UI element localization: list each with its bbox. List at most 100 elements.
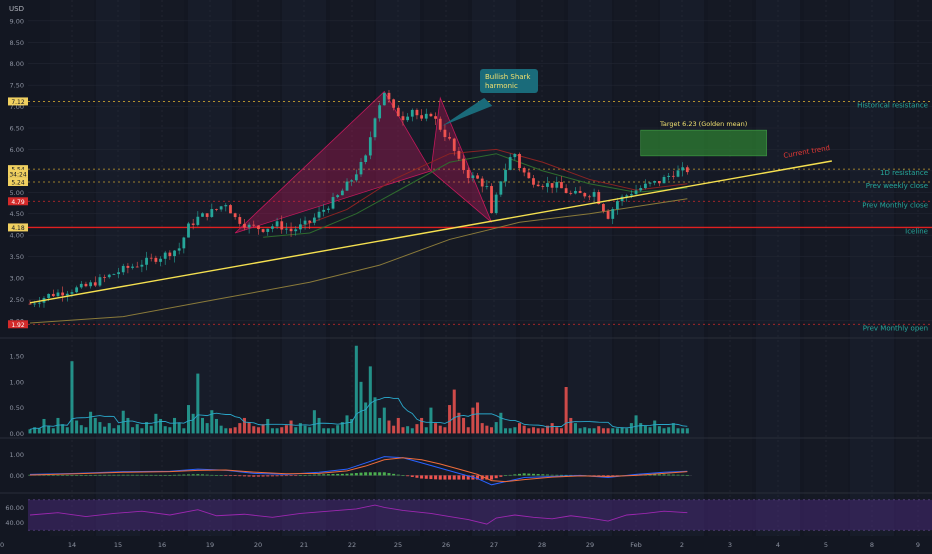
volume-bar[interactable] <box>578 428 582 434</box>
candle[interactable] <box>354 174 358 181</box>
candle[interactable] <box>229 205 232 214</box>
volume-bar[interactable] <box>149 425 153 434</box>
volume-bar[interactable] <box>559 428 563 434</box>
candle[interactable] <box>131 266 134 268</box>
candle[interactable] <box>331 197 335 209</box>
volume-bar[interactable] <box>238 423 242 434</box>
volume-bar[interactable] <box>662 428 666 434</box>
candle[interactable] <box>504 169 507 182</box>
volume-bar[interactable] <box>107 423 111 434</box>
volume-bar[interactable] <box>378 417 382 434</box>
candle[interactable] <box>406 116 410 121</box>
volume-bar[interactable] <box>648 427 652 434</box>
candle[interactable] <box>205 213 209 217</box>
volume-bar[interactable] <box>522 425 526 434</box>
candle[interactable] <box>238 217 242 224</box>
candle[interactable] <box>434 116 437 119</box>
volume-bar[interactable] <box>415 424 419 434</box>
candle[interactable] <box>201 213 204 217</box>
volume-bar[interactable] <box>61 424 65 434</box>
volume-bar[interactable] <box>79 425 83 434</box>
volume-bar[interactable] <box>131 427 135 434</box>
volume-bar[interactable] <box>135 424 139 434</box>
volume-bar[interactable] <box>573 423 577 434</box>
candle[interactable] <box>532 178 535 185</box>
volume-bar[interactable] <box>592 428 596 434</box>
volume-bar[interactable] <box>536 428 540 434</box>
volume-bar[interactable] <box>294 427 298 434</box>
volume-bar[interactable] <box>196 373 200 434</box>
volume-bar[interactable] <box>531 427 536 434</box>
volume-bar[interactable] <box>326 428 330 434</box>
candle[interactable] <box>61 292 65 296</box>
volume-bar[interactable] <box>508 428 512 434</box>
volume-bar[interactable] <box>541 428 545 434</box>
candle[interactable] <box>438 118 442 130</box>
volume-bar[interactable] <box>65 427 69 434</box>
candle[interactable] <box>173 250 176 257</box>
volume-bar[interactable] <box>284 425 288 434</box>
volume-bar[interactable] <box>242 417 246 434</box>
candle[interactable] <box>676 170 680 177</box>
candle[interactable] <box>298 224 302 230</box>
volume-bar[interactable] <box>597 426 601 434</box>
candle[interactable] <box>75 287 79 293</box>
candle[interactable] <box>494 194 498 214</box>
volume-bar[interactable] <box>406 426 410 434</box>
volume-bar[interactable] <box>629 423 633 434</box>
candle[interactable] <box>396 107 400 117</box>
volume-bar[interactable] <box>364 402 368 434</box>
volume-bar[interactable] <box>354 345 358 434</box>
volume-bar[interactable] <box>28 429 32 434</box>
volume-bar[interactable] <box>247 422 251 434</box>
candle[interactable] <box>392 99 396 108</box>
candle[interactable] <box>224 205 228 207</box>
candle[interactable] <box>616 201 619 210</box>
candle[interactable] <box>271 226 274 229</box>
volume-bar[interactable] <box>93 417 97 434</box>
candle[interactable] <box>667 175 671 177</box>
volume-bar[interactable] <box>289 420 293 434</box>
volume-bar[interactable] <box>634 415 638 434</box>
candle[interactable] <box>308 220 312 223</box>
candle[interactable] <box>89 282 93 287</box>
candle[interactable] <box>196 216 200 225</box>
candle[interactable] <box>261 229 265 232</box>
candle[interactable] <box>159 258 162 262</box>
volume-bar[interactable] <box>382 407 386 434</box>
candle[interactable] <box>112 274 116 275</box>
candle[interactable] <box>37 302 41 304</box>
volume-bar[interactable] <box>601 428 605 434</box>
candle[interactable] <box>84 283 88 287</box>
volume-bar[interactable] <box>443 427 447 434</box>
candle[interactable] <box>466 169 470 179</box>
volume-bar[interactable] <box>657 426 661 434</box>
candle[interactable] <box>65 293 69 296</box>
volume-bar[interactable] <box>517 423 522 434</box>
candle[interactable] <box>149 257 153 259</box>
volume-bar[interactable] <box>103 426 107 434</box>
volume-bar[interactable] <box>564 387 568 434</box>
candle[interactable] <box>476 175 479 179</box>
candle[interactable] <box>257 225 260 230</box>
candle[interactable] <box>536 184 540 187</box>
candle[interactable] <box>550 183 554 188</box>
volume-bar[interactable] <box>466 427 470 434</box>
candle[interactable] <box>671 175 675 177</box>
volume-bar[interactable] <box>37 428 41 434</box>
candle[interactable] <box>560 182 563 189</box>
candle[interactable] <box>28 303 32 305</box>
candle[interactable] <box>462 158 465 170</box>
candle[interactable] <box>471 175 475 179</box>
candle[interactable] <box>326 208 330 210</box>
volume-bar[interactable] <box>462 417 466 434</box>
candle[interactable] <box>583 193 587 197</box>
candle[interactable] <box>117 272 120 275</box>
volume-bar[interactable] <box>186 405 191 434</box>
candle[interactable] <box>578 190 582 194</box>
candle[interactable] <box>639 188 643 191</box>
volume-bar[interactable] <box>47 425 51 434</box>
candle[interactable] <box>653 181 657 183</box>
candle[interactable] <box>541 186 545 187</box>
volume-bar[interactable] <box>275 428 279 434</box>
